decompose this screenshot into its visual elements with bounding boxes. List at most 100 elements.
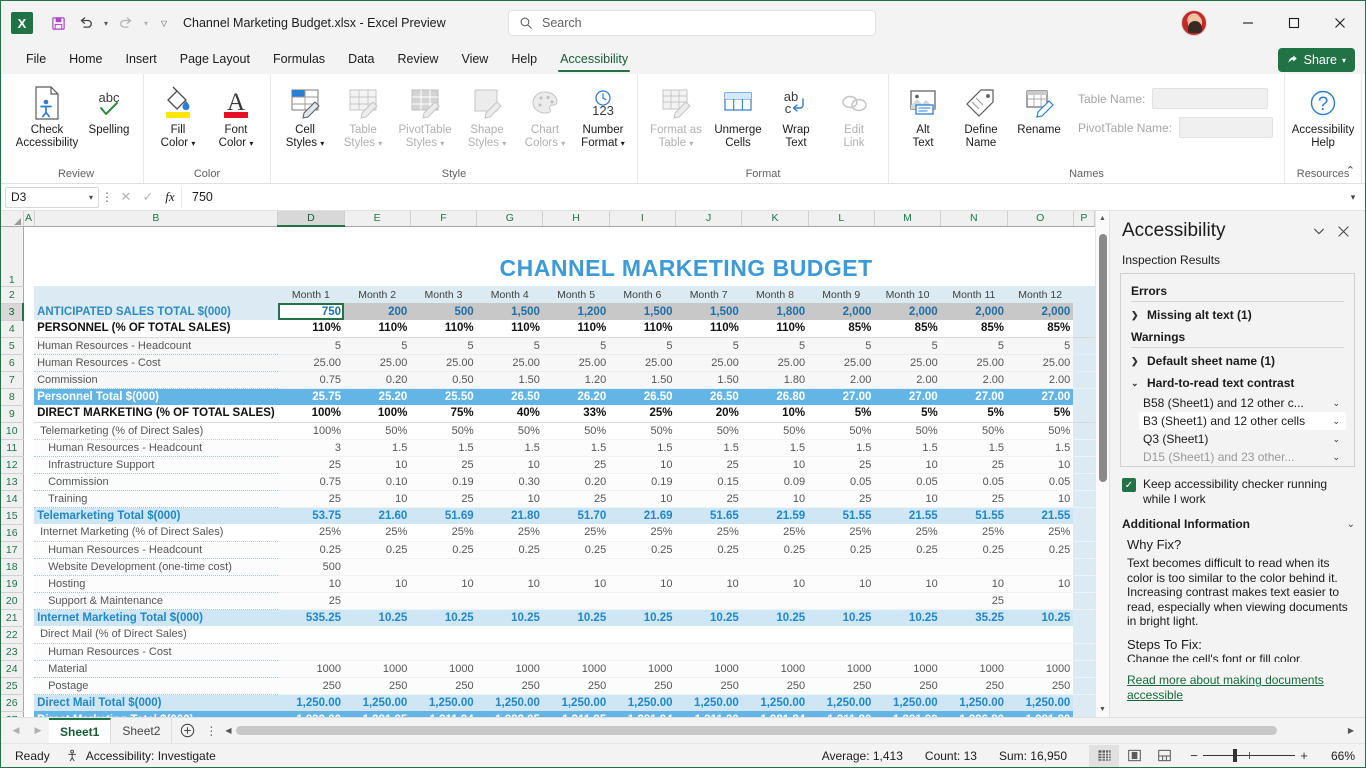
cell-B5[interactable]: Human Resources - Headcount xyxy=(34,337,278,354)
cell-K3[interactable]: 1,800 xyxy=(742,303,808,320)
cell-D16[interactable]: 25% xyxy=(278,524,344,541)
cell-K25[interactable]: 250 xyxy=(742,677,808,694)
cell-M24[interactable]: 1000 xyxy=(874,660,940,677)
hscroll-thumb[interactable] xyxy=(236,726,1276,735)
cell-A18[interactable] xyxy=(23,558,34,575)
cell-O12[interactable]: 10 xyxy=(1007,456,1073,473)
cell-A14[interactable] xyxy=(23,490,34,507)
row-header-11[interactable]: 11 xyxy=(1,439,23,456)
cell-A2[interactable] xyxy=(23,286,34,303)
maximize-button[interactable] xyxy=(1271,1,1317,45)
cell-A1[interactable] xyxy=(23,226,34,286)
cell-G11[interactable]: 1.5 xyxy=(477,439,543,456)
row-header-19[interactable]: 19 xyxy=(1,575,23,592)
cell-B10[interactable]: Telemarketing (% of Direct Sales) xyxy=(34,422,278,439)
cell-O21[interactable]: 10.25 xyxy=(1007,609,1073,626)
cell-B13[interactable]: Commission xyxy=(34,473,278,490)
inspection-results-box[interactable]: Errors ❯ Missing alt text (1) Warnings ❯… xyxy=(1120,273,1355,467)
cell-I16[interactable]: 25% xyxy=(609,524,675,541)
cell-F4[interactable]: 110% xyxy=(410,320,476,337)
cell-P26[interactable] xyxy=(1073,694,1094,711)
row-header-23[interactable]: 23 xyxy=(1,643,23,660)
cell-M21[interactable]: 10.25 xyxy=(874,609,940,626)
cell-H12[interactable]: 25 xyxy=(543,456,609,473)
contrast-item-b3[interactable]: B3 (Sheet1) and 12 other cells ⌄ xyxy=(1139,412,1346,430)
cell-H2[interactable]: Month 5 xyxy=(543,286,609,303)
cell-K14[interactable]: 10 xyxy=(742,490,808,507)
cell-D27[interactable]: 1,839.00 xyxy=(278,711,344,717)
share-button[interactable]: Share ▾ xyxy=(1278,48,1355,72)
cell-A16[interactable] xyxy=(23,524,34,541)
cell-A5[interactable] xyxy=(23,337,34,354)
cell-B6[interactable]: Human Resources - Cost xyxy=(34,354,278,371)
cell-E10[interactable]: 50% xyxy=(344,422,410,439)
cell-A3[interactable] xyxy=(23,303,34,320)
selected-cell-D3[interactable]: 750 xyxy=(278,303,344,320)
cell-P25[interactable] xyxy=(1073,677,1094,694)
cell-O24[interactable]: 1000 xyxy=(1007,660,1073,677)
cell-O22[interactable] xyxy=(1007,626,1073,643)
cell-P22[interactable] xyxy=(1073,626,1094,643)
cell-J19[interactable]: 10 xyxy=(676,575,742,592)
column-header-f[interactable]: F xyxy=(410,211,476,226)
cell-H10[interactable]: 50% xyxy=(543,422,609,439)
cell-M23[interactable] xyxy=(874,643,940,660)
cell-D10[interactable]: 100% xyxy=(278,422,344,439)
cell-L22[interactable] xyxy=(808,626,874,643)
cell-L25[interactable]: 250 xyxy=(808,677,874,694)
cell-I20[interactable] xyxy=(609,592,675,609)
cell-G21[interactable]: 10.25 xyxy=(477,609,543,626)
cell-G9[interactable]: 40% xyxy=(477,405,543,422)
cell-H17[interactable]: 0.25 xyxy=(543,541,609,558)
cell-F19[interactable]: 10 xyxy=(410,575,476,592)
cell-F18[interactable] xyxy=(410,558,476,575)
sheet-tab-sheet2[interactable]: Sheet2 xyxy=(111,718,172,743)
cell-L14[interactable]: 25 xyxy=(808,490,874,507)
cell-M20[interactable] xyxy=(874,592,940,609)
share-chevron-icon[interactable]: ▾ xyxy=(1342,56,1346,65)
cell-B27[interactable]: Direct Marketing Total $(000) xyxy=(34,711,278,717)
cell-N5[interactable]: 5 xyxy=(941,337,1007,354)
cell-I15[interactable]: 21.69 xyxy=(609,507,675,524)
column-header-o[interactable]: O xyxy=(1007,211,1073,226)
cell-F26[interactable]: 1,250.00 xyxy=(410,694,476,711)
cell-N11[interactable]: 1.5 xyxy=(941,439,1007,456)
cell-I17[interactable]: 0.25 xyxy=(609,541,675,558)
cell-M18[interactable] xyxy=(874,558,940,575)
sheet-options-icon[interactable]: ⋮ xyxy=(202,724,220,738)
cell-B22[interactable]: Direct Mail (% of Direct Sales) xyxy=(34,626,278,643)
cell-A19[interactable] xyxy=(23,575,34,592)
column-header-e[interactable]: E xyxy=(344,211,410,226)
cell-I10[interactable]: 50% xyxy=(609,422,675,439)
cell-F12[interactable]: 25 xyxy=(410,456,476,473)
cell-J20[interactable] xyxy=(676,592,742,609)
cell-P9[interactable] xyxy=(1073,405,1094,422)
cell-B23[interactable]: Human Resources - Cost xyxy=(34,643,278,660)
cell-G16[interactable]: 25% xyxy=(477,524,543,541)
cell-I21[interactable]: 10.25 xyxy=(609,609,675,626)
cell-K7[interactable]: 1.80 xyxy=(742,371,808,388)
cell-M7[interactable]: 2.00 xyxy=(874,371,940,388)
cell-H9[interactable]: 33% xyxy=(543,405,609,422)
cell-D12[interactable]: 25 xyxy=(278,456,344,473)
cell-G27[interactable]: 1,282.05 xyxy=(477,711,543,717)
font-color-button[interactable]: A FontColor ▾ xyxy=(207,80,265,150)
cell-G26[interactable]: 1,250.00 xyxy=(477,694,543,711)
cell-M19[interactable]: 10 xyxy=(874,575,940,592)
undo-dropdown-icon[interactable]: ▾ xyxy=(101,19,111,28)
cell-G6[interactable]: 25.00 xyxy=(477,354,543,371)
cell-O4[interactable]: 85% xyxy=(1007,320,1073,337)
cell-M15[interactable]: 21.55 xyxy=(874,507,940,524)
cell-O8[interactable]: 27.00 xyxy=(1007,388,1073,405)
cell-E26[interactable]: 1,250.00 xyxy=(344,694,410,711)
cell-H20[interactable] xyxy=(543,592,609,609)
edit-link-button[interactable]: EditLink xyxy=(825,80,883,150)
horizontal-scroll-area[interactable]: ⋮ ◀ ▶ xyxy=(202,724,1365,738)
cell-L21[interactable]: 10.25 xyxy=(808,609,874,626)
cell-E18[interactable] xyxy=(344,558,410,575)
cell-K23[interactable] xyxy=(742,643,808,660)
cell-H14[interactable]: 25 xyxy=(543,490,609,507)
cell-D13[interactable]: 0.75 xyxy=(278,473,344,490)
pivottable-styles-button[interactable]: PivotTableStyles ▾ xyxy=(392,80,458,150)
cell-P17[interactable] xyxy=(1073,541,1094,558)
